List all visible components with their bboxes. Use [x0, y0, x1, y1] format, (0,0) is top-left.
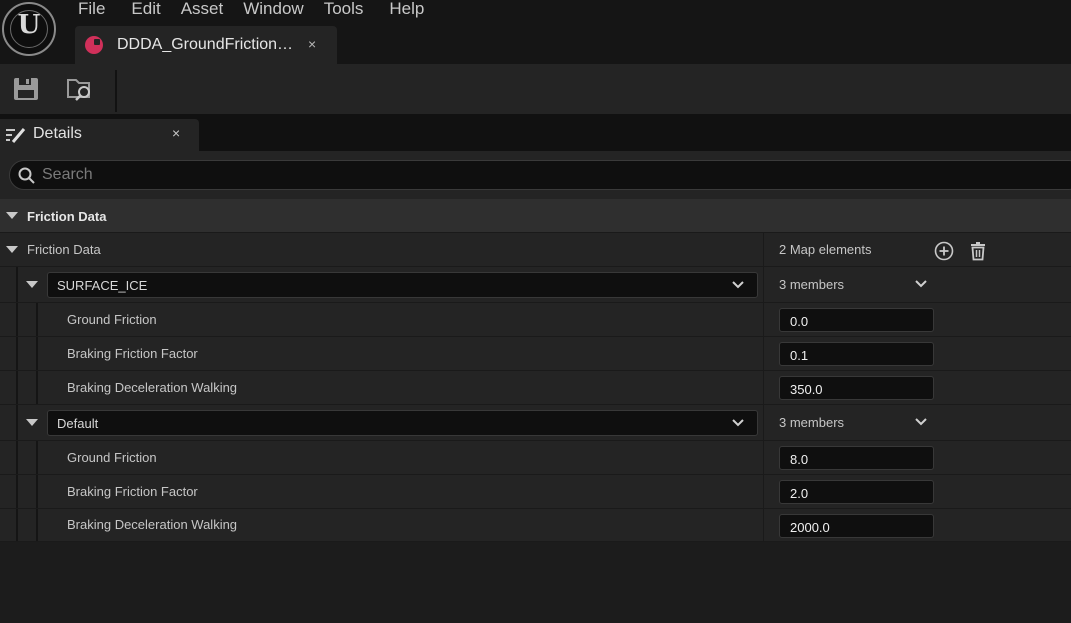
category-header[interactable]: Friction Data [0, 199, 1071, 233]
unreal-logo-icon[interactable]: U [2, 2, 56, 56]
toolbar [0, 64, 1071, 114]
menu-asset[interactable]: Asset [173, 0, 232, 20]
map-key-value: Default [57, 416, 99, 431]
members-count: 3 members [779, 277, 845, 292]
chevron-down-icon [732, 281, 744, 289]
details-tab[interactable]: Details × [0, 119, 199, 151]
expand-arrow-icon[interactable] [26, 419, 38, 426]
field-row: Braking Deceleration Walking [0, 371, 1071, 405]
document-tab[interactable]: DDDA_GroundFriction… × [75, 26, 337, 64]
indent-guide [36, 371, 38, 404]
number-field[interactable] [779, 514, 934, 538]
menu-window[interactable]: Window [235, 0, 311, 20]
number-field[interactable] [779, 342, 934, 366]
expand-arrow-icon[interactable] [6, 212, 18, 219]
title-bar: U File Edit Asset Window Tools Help DDDA… [0, 0, 1071, 64]
ground-friction-input[interactable] [790, 313, 920, 329]
details-empty-area [0, 542, 1071, 623]
indent-guide [16, 405, 18, 440]
menu-file[interactable]: File [70, 0, 113, 20]
indent-guide [16, 475, 18, 508]
map-property-row: Friction Data 2 Map elements [0, 233, 1071, 267]
category-label: Friction Data [27, 209, 107, 224]
indent-guide [36, 303, 38, 336]
number-field[interactable] [779, 308, 934, 332]
expand-arrow-icon[interactable] [6, 246, 18, 253]
add-element-icon[interactable] [934, 241, 954, 261]
braking-deceleration-walking-input[interactable] [790, 519, 920, 535]
document-tab-label: DDDA_GroundFriction… [117, 36, 294, 53]
field-row: Braking Friction Factor [0, 475, 1071, 509]
panel-tab-bar: Details × [0, 119, 1071, 151]
close-details-icon[interactable]: × [172, 125, 180, 141]
braking-deceleration-walking-input[interactable] [790, 381, 920, 397]
field-label: Ground Friction [67, 450, 157, 465]
number-field[interactable] [779, 446, 934, 470]
menu-tools[interactable]: Tools [316, 0, 372, 20]
field-row: Braking Friction Factor [0, 337, 1071, 371]
indent-guide [16, 267, 18, 302]
number-field[interactable] [779, 480, 934, 504]
search-input[interactable] [42, 164, 942, 186]
indent-guide [16, 337, 18, 370]
save-button[interactable] [12, 74, 42, 104]
field-row: Ground Friction [0, 303, 1071, 337]
chevron-down-icon [732, 419, 744, 427]
details-tab-label: Details [33, 125, 82, 142]
indent-guide [36, 337, 38, 370]
indent-guide [16, 441, 18, 474]
indent-guide [36, 475, 38, 508]
menu-help[interactable]: Help [381, 0, 432, 20]
save-icon [14, 78, 38, 100]
browse-folder-icon [67, 79, 90, 101]
indent-guide [36, 441, 38, 474]
field-row: Braking Deceleration Walking [0, 509, 1071, 542]
field-row: Ground Friction [0, 441, 1071, 475]
expand-arrow-icon[interactable] [26, 281, 38, 288]
search-area [0, 151, 1071, 199]
number-field[interactable] [779, 376, 934, 400]
map-key-combo[interactable]: SURFACE_ICE [47, 272, 758, 298]
property-label: Friction Data [27, 242, 101, 257]
indent-guide [16, 509, 18, 541]
trash-icon[interactable] [968, 241, 988, 261]
map-key-combo[interactable]: Default [47, 410, 758, 436]
search-box[interactable] [9, 160, 1071, 190]
members-count: 3 members [779, 415, 845, 430]
map-entry-row: SURFACE_ICE 3 members [0, 267, 1071, 303]
ground-friction-input[interactable] [790, 451, 920, 467]
indent-guide [16, 303, 18, 336]
field-label: Braking Deceleration Walking [67, 517, 238, 532]
chevron-down-icon[interactable] [914, 417, 928, 427]
field-label: Braking Friction Factor [67, 346, 198, 361]
chevron-down-icon[interactable] [914, 279, 928, 289]
indent-guide [36, 509, 38, 541]
map-key-value: SURFACE_ICE [57, 278, 148, 293]
field-label: Braking Deceleration Walking [67, 380, 238, 395]
indent-guide [16, 371, 18, 404]
pencil-icon [6, 128, 26, 143]
map-count: 2 Map elements [779, 242, 872, 257]
browse-to-asset-button[interactable] [66, 74, 96, 104]
close-tab-icon[interactable]: × [308, 36, 316, 52]
map-entry-row: Default 3 members [0, 405, 1071, 441]
data-asset-icon [85, 36, 103, 54]
search-icon [18, 167, 35, 184]
menu-edit[interactable]: Edit [123, 0, 168, 20]
toolbar-separator [115, 70, 117, 112]
braking-friction-factor-input[interactable] [790, 485, 920, 501]
menu-bar: File Edit Asset Window Tools Help [70, 0, 432, 20]
field-label: Braking Friction Factor [67, 484, 198, 499]
field-label: Ground Friction [67, 312, 157, 327]
braking-friction-factor-input[interactable] [790, 347, 920, 363]
